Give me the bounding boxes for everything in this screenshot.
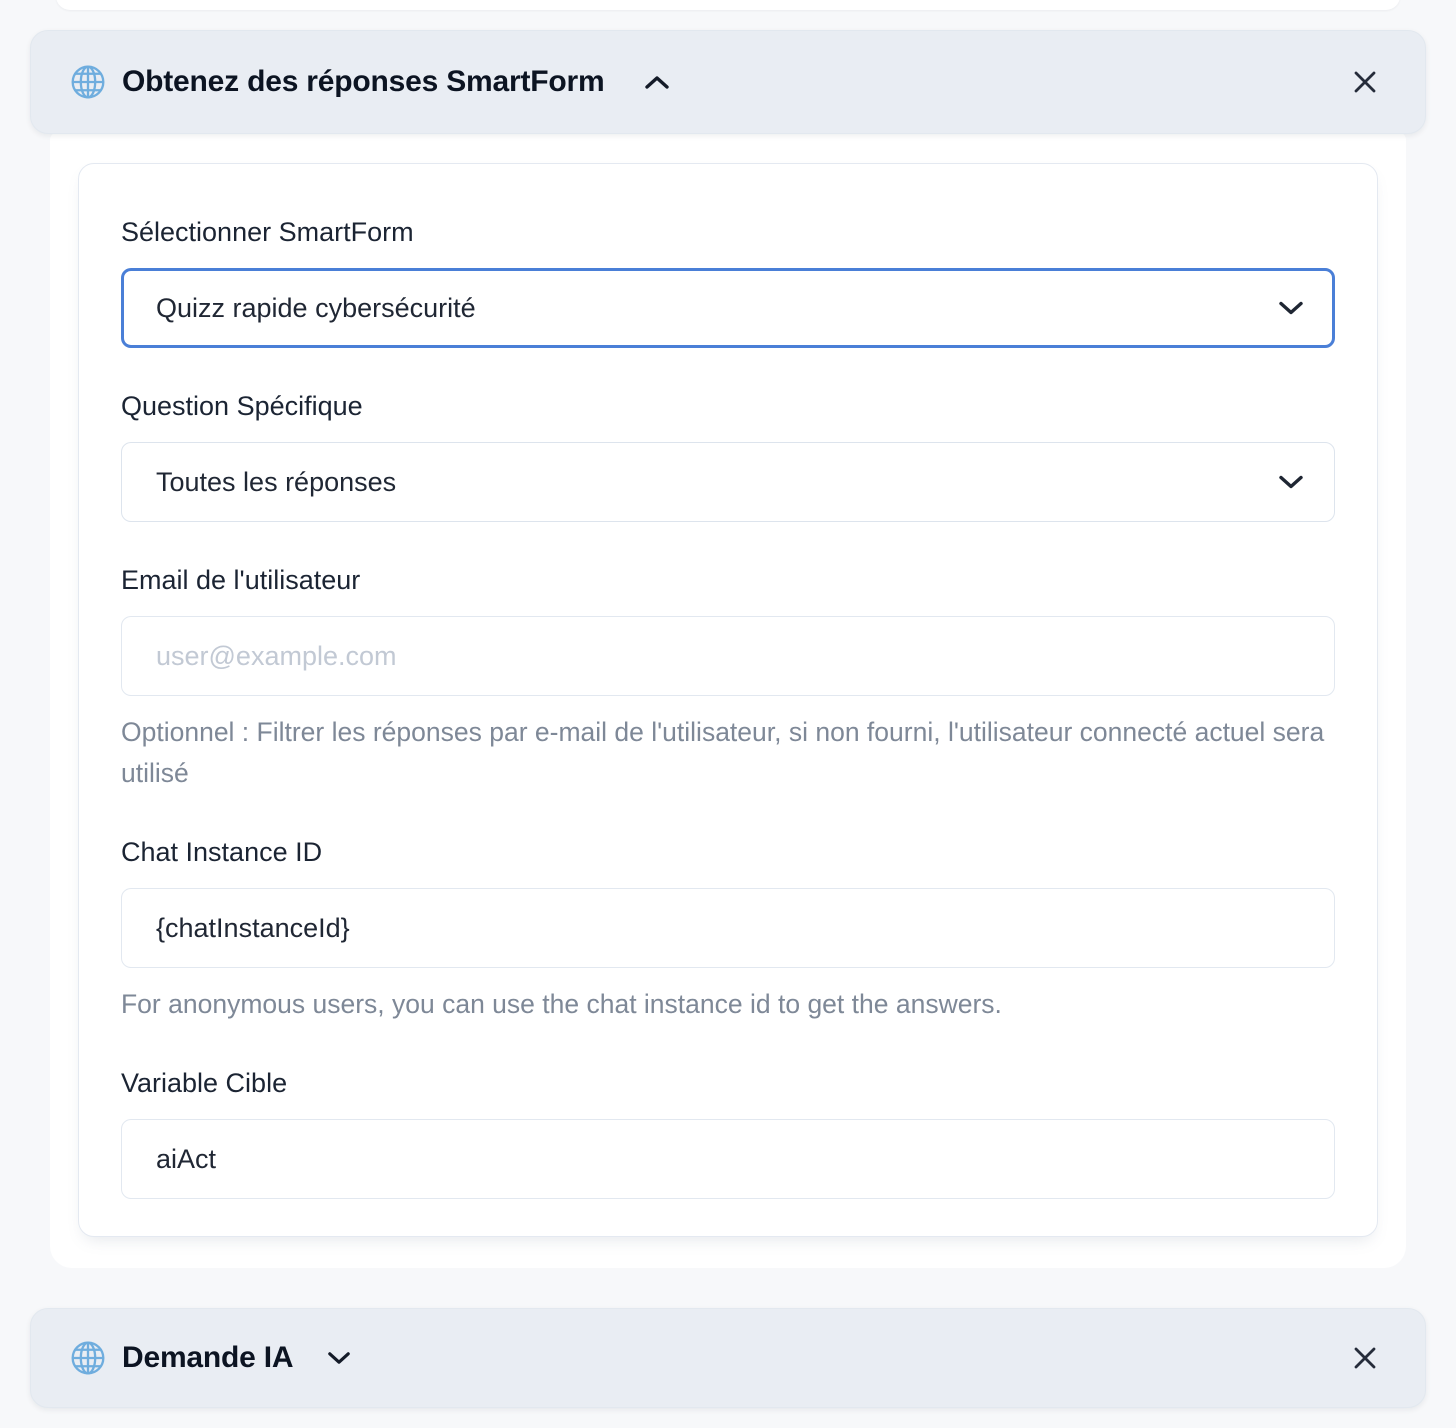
email-field-label: Email de l'utilisateur — [121, 564, 1335, 596]
collapse-button[interactable] — [638, 69, 676, 96]
target-variable-label: Variable Cible — [121, 1067, 1335, 1099]
smartform-form-panel: Sélectionner SmartForm Quizz rapide cybe… — [78, 163, 1378, 1237]
node-title: Obtenez des réponses SmartForm — [122, 65, 604, 99]
smartform-select-label: Sélectionner SmartForm — [121, 216, 1335, 248]
node-title: Demande IA — [122, 1341, 293, 1375]
question-select[interactable]: Toutes les réponses — [121, 442, 1335, 522]
expand-button[interactable] — [321, 1345, 357, 1371]
ai-request-node-header: Demande IA — [30, 1308, 1426, 1408]
target-variable-input[interactable] — [121, 1119, 1335, 1199]
close-icon — [1349, 1342, 1381, 1374]
chevron-down-icon — [1278, 474, 1304, 490]
smartform-select-group: Sélectionner SmartForm Quizz rapide cybe… — [121, 216, 1335, 348]
smartform-node-body: Sélectionner SmartForm Quizz rapide cybe… — [50, 132, 1406, 1268]
previous-card-bottom-edge — [56, 0, 1400, 10]
globe-icon — [69, 1339, 107, 1377]
question-select-value: Toutes les réponses — [156, 467, 396, 498]
close-button[interactable] — [1343, 1336, 1387, 1380]
email-field-group: Email de l'utilisateur Optionnel : Filtr… — [121, 564, 1335, 794]
target-variable-field-group: Variable Cible — [121, 1067, 1335, 1199]
smartform-node-header: Obtenez des réponses SmartForm — [30, 30, 1426, 134]
chevron-up-icon — [644, 75, 670, 90]
globe-icon — [69, 63, 107, 101]
chevron-down-icon — [1278, 300, 1304, 316]
email-helper-text: Optionnel : Filtrer les réponses par e-m… — [121, 712, 1335, 794]
chevron-down-icon — [327, 1351, 351, 1365]
question-select-label: Question Spécifique — [121, 390, 1335, 422]
smartform-select-value: Quizz rapide cybersécurité — [156, 293, 476, 324]
chat-instance-helper-text: For anonymous users, you can use the cha… — [121, 984, 1335, 1025]
chat-instance-field-group: Chat Instance ID For anonymous users, yo… — [121, 836, 1335, 1025]
close-button[interactable] — [1343, 60, 1387, 104]
email-input[interactable] — [121, 616, 1335, 696]
chat-instance-label: Chat Instance ID — [121, 836, 1335, 868]
chat-instance-input[interactable] — [121, 888, 1335, 968]
question-select-group: Question Spécifique Toutes les réponses — [121, 390, 1335, 522]
smartform-select[interactable]: Quizz rapide cybersécurité — [121, 268, 1335, 348]
close-icon — [1349, 66, 1381, 98]
